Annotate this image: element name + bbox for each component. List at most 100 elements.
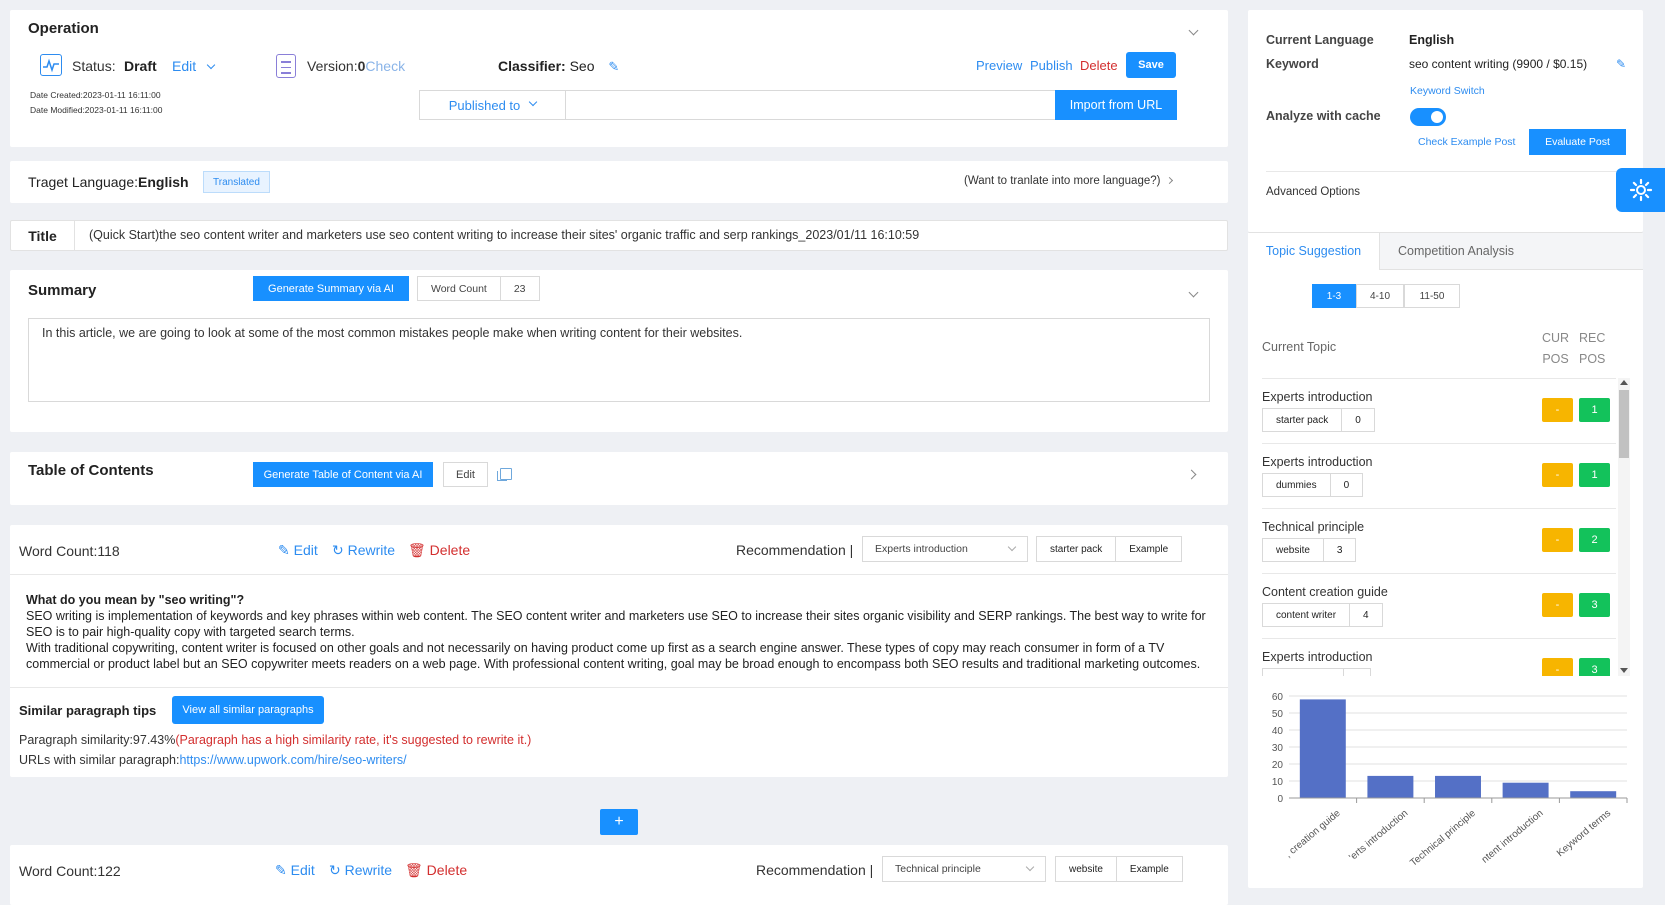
delete-link[interactable]: Delete [1080,58,1118,73]
recommendation-label: Recommendation | [756,862,874,878]
toc-edit-button[interactable]: Edit [443,462,488,487]
translate-more-link[interactable]: (Want to tranlate into more language?) [964,175,1173,187]
delete-label: Delete [426,862,468,878]
title-value[interactable]: (Quick Start)the seo content writer and … [89,228,919,242]
cur-pos-badge: - [1542,593,1573,617]
status-label: Status: [72,58,116,74]
similar-tips-title: Similar paragraph tips [19,703,157,718]
edit-label: Edit [293,542,318,558]
chart-y-tick-label: 30 [1272,743,1284,754]
chart-y-tick-label: 0 [1277,794,1283,805]
example-button[interactable]: Example [1115,857,1182,881]
check-example-link[interactable]: Check Example Post [1418,136,1515,148]
similar-url-link[interactable]: https://www.upwork.com/hire/seo-writers/ [179,753,406,767]
range-11-50[interactable]: 11-50 [1404,284,1460,308]
status-value: Draft [124,58,157,74]
word-count-label: Word Count [418,277,501,300]
target-language-label: Traget Language: [28,174,139,190]
chart-bar [1367,775,1414,798]
recommendation-value: Technical principle [895,863,981,875]
recommendation-select[interactable]: Experts introduction [862,536,1028,562]
topic-tag: dummies [1276,479,1317,491]
topic-bar-chart: 0 10 20 30 40 50 60 , creation guide'erts intro… [1272,692,1628,869]
pencil-icon[interactable]: ✎ [608,59,619,74]
paragraph-rewrite-button[interactable]: ↻ Rewrite [332,542,395,559]
delete-label: Delete [429,542,471,558]
similar-url-line: URLs with similar paragraph:https://www.… [19,753,407,767]
collapse-chevron-icon[interactable] [1188,284,1199,299]
advanced-options-row[interactable]: Advanced Options [1266,186,1628,198]
summary-textarea[interactable]: In this article, we are going to look at… [28,318,1210,402]
current-topic-header: Current Topic [1262,340,1337,354]
scroll-up-arrow-icon[interactable] [1620,380,1628,385]
tab-topic-suggestion[interactable]: Topic Suggestion [1248,233,1379,270]
topic-list[interactable]: Experts introduction starter pack 0 - 1 … [1262,378,1630,676]
paragraph-edit-button[interactable]: ✎ Edit [278,542,318,559]
paragraph-body-2: With traditional copywriting, content wr… [26,641,1201,671]
version-check-link[interactable]: Check [365,58,405,74]
keyword-label: Keyword [1266,57,1319,71]
paragraph-delete-button[interactable]: 🗑 Delete [408,542,470,559]
gear-icon [1629,178,1652,202]
paragraph-rewrite-button[interactable]: ↻ Rewrite [329,862,392,879]
keyword-value: seo content writing (9900 / $0.15) [1409,57,1588,71]
example-button[interactable]: Example [1115,537,1181,561]
topic-item: Experts introduction - 3 [1262,638,1616,676]
status-edit-dropdown[interactable]: Edit [172,58,216,74]
recommendation-tag[interactable]: website [1056,857,1116,881]
date-modified: Date Modified:2023-01-11 16:11:00 [30,105,163,115]
save-button[interactable]: Save [1126,52,1176,78]
settings-gear-button[interactable] [1616,168,1665,212]
recommendation-value: Experts introduction [875,543,968,555]
view-similar-button[interactable]: View all similar paragraphs [172,696,324,724]
scroll-down-arrow-icon[interactable] [1620,668,1628,673]
paragraph-edit-button[interactable]: ✎ Edit [275,862,315,879]
paragraph-card-1: Word Count:118 ✎ Edit ↻ Rewrite 🗑 Delete… [10,525,1228,777]
analysis-settings-card: Current Language English Keyword seo con… [1248,10,1643,232]
title-label: Title [11,221,75,250]
range-1-3[interactable]: 1-3 [1312,284,1356,308]
cur-pos-badge: - [1542,463,1573,487]
chart-y-tick-label: 20 [1272,760,1284,771]
copy-icon[interactable] [497,468,512,481]
topic-tag-group: dummies 0 [1262,473,1364,497]
edit-label: Edit [290,862,315,878]
similarity-line: Paragraph similarity:97.43%(Paragraph ha… [19,733,531,747]
published-to-label: Published to [448,97,521,113]
topic-name: Content creation guide [1262,585,1388,599]
status-edit-label: Edit [172,58,197,74]
collapse-chevron-icon[interactable] [1188,22,1199,37]
recommendation-tag-group: website Example [1055,856,1183,882]
rec-pos-badge: 1 [1579,398,1610,422]
pencil-icon[interactable]: ✎ [1616,57,1626,71]
scroll-thumb[interactable] [1619,390,1629,458]
cur-pos-badge: - [1542,398,1573,422]
url-input[interactable] [567,91,1055,119]
current-language-value: English [1409,33,1455,47]
range-4-10[interactable]: 4-10 [1356,284,1404,308]
topic-tag-count: 3 [1322,539,1356,561]
tab-competition-analysis[interactable]: Competition Analysis [1379,233,1643,270]
import-url-button[interactable]: Import from URL [1055,90,1177,120]
topic-tag-group: content writer 4 [1262,603,1383,627]
topic-list-scrollbar[interactable] [1618,378,1630,676]
analyze-cache-toggle[interactable] [1410,108,1446,126]
topic-name: Experts introduction [1262,455,1373,469]
paragraph-word-count: Word Count:118 [19,543,120,559]
add-paragraph-button[interactable]: + [600,809,638,835]
topic-name: Experts introduction [1262,650,1373,664]
recommendation-tag[interactable]: starter pack [1037,537,1115,561]
published-to-dropdown[interactable]: Published to [420,91,566,119]
generate-toc-button[interactable]: Generate Table of Content via AI [253,462,433,487]
expand-chevron-icon[interactable] [1186,466,1197,481]
publish-link[interactable]: Publish [1030,58,1073,73]
preview-link[interactable]: Preview [976,58,1022,73]
evaluate-post-button[interactable]: Evaluate Post [1529,129,1626,155]
keyword-switch-link[interactable]: Keyword Switch [1410,85,1485,97]
recommendation-select[interactable]: Technical principle [882,856,1046,882]
generate-summary-button[interactable]: Generate Summary via AI [253,276,409,301]
classifier-label: Classifier: [498,58,566,74]
recommendation-label: Recommendation | [736,542,854,558]
paragraph-delete-button[interactable]: 🗑 Delete [405,862,467,879]
topic-tag-count [1343,669,1370,676]
